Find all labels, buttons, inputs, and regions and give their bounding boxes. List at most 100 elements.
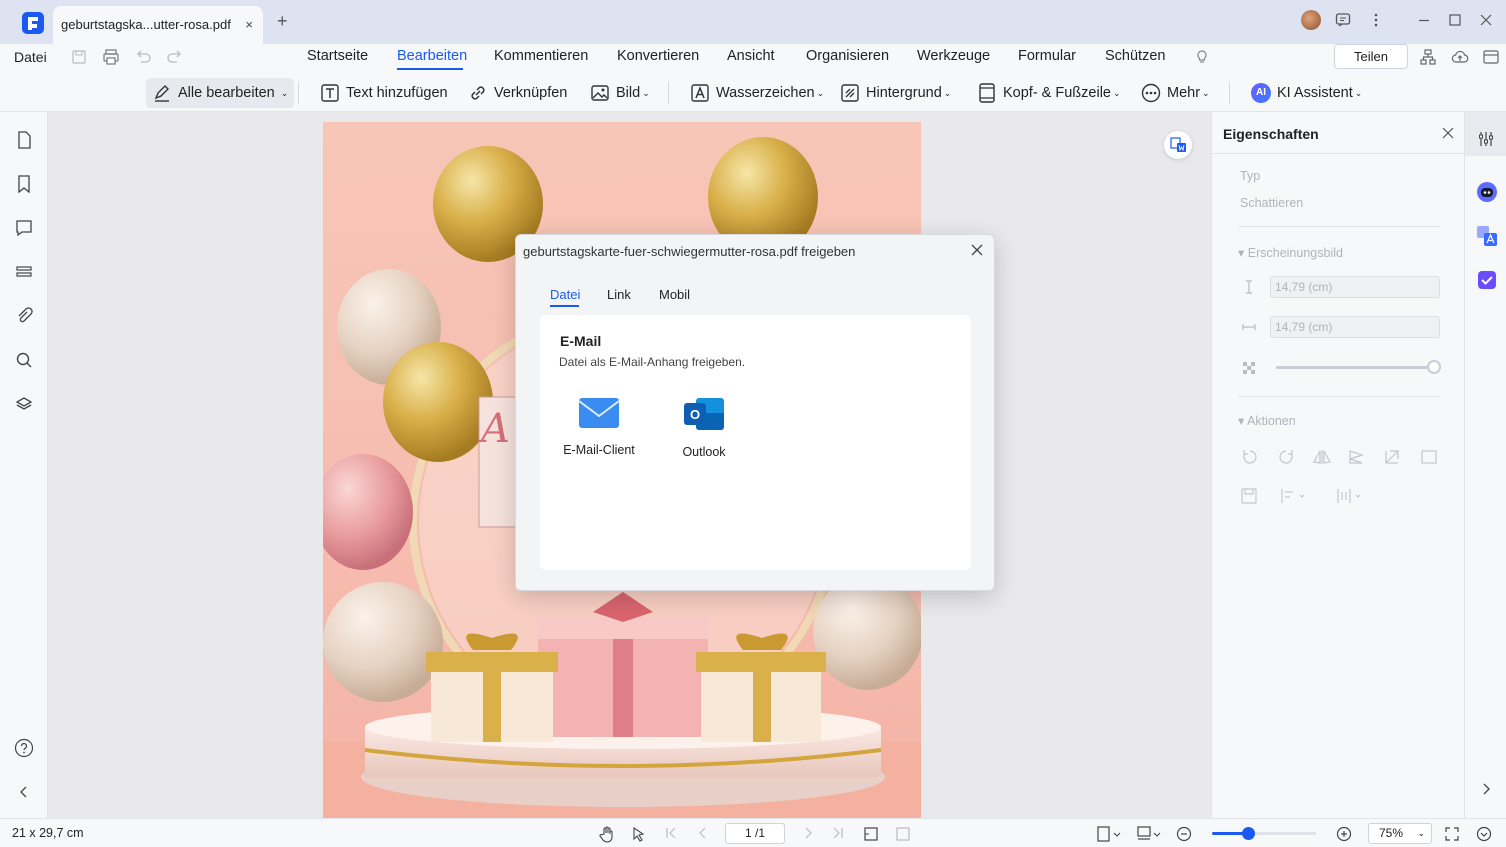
avatar[interactable] [1301, 10, 1321, 30]
fullscreen-icon[interactable] [1443, 825, 1461, 843]
link-button[interactable]: Verknüpfen [468, 78, 567, 108]
page-view-mode-icon[interactable] [1096, 825, 1122, 843]
zoom-slider[interactable] [1212, 827, 1316, 840]
menu-organisieren[interactable]: Organisieren [806, 48, 889, 64]
link-icon [471, 86, 485, 100]
zoom-in-icon[interactable] [1335, 825, 1353, 843]
ai-robot-icon[interactable] [1476, 181, 1498, 203]
first-page-icon[interactable] [664, 826, 678, 840]
attachment-icon[interactable] [14, 306, 34, 326]
active-tab-indicator [550, 305, 579, 307]
fit-width-icon[interactable] [894, 825, 912, 843]
fit-page-icon[interactable] [862, 825, 880, 843]
save-icon[interactable] [70, 48, 88, 66]
undo-icon[interactable] [134, 48, 152, 66]
redo-icon[interactable] [166, 48, 184, 66]
email-client-label: E-Mail-Client [563, 443, 635, 457]
header-footer-button[interactable]: Kopf- & Fußzeile ⌄ [977, 78, 1121, 108]
app-logo-icon [22, 12, 44, 34]
collapse-left-icon[interactable] [14, 782, 34, 802]
menu-konvertieren[interactable]: Konvertieren [617, 48, 699, 64]
menu-ansicht[interactable]: Ansicht [727, 48, 775, 64]
properties-panel: Eigenschaften Typ Schattieren ▾ Erschein… [1211, 112, 1465, 818]
translate-word-button[interactable] [1164, 131, 1192, 159]
scroll-mode-icon[interactable] [1136, 825, 1162, 843]
translate-icon[interactable] [1476, 225, 1498, 247]
print-icon[interactable] [102, 48, 120, 66]
actions-section[interactable]: ▾ Aktionen [1238, 413, 1296, 428]
menu-werkzeuge[interactable]: Werkzeuge [917, 48, 990, 64]
tab-link[interactable]: Link [607, 287, 631, 302]
document-tab-title: geburtstagska...utter-rosa.pdf [61, 17, 231, 32]
help-icon[interactable] [14, 738, 34, 758]
new-tab-icon[interactable]: + [277, 11, 288, 31]
hand-tool-icon[interactable] [598, 825, 616, 843]
card-title: E-Mail [560, 333, 602, 349]
appearance-section[interactable]: ▾ Erscheinungsbild [1238, 245, 1343, 260]
menu-formular[interactable]: Formular [1018, 48, 1076, 64]
close-icon[interactable] [968, 241, 986, 259]
pen-edit-icon [154, 85, 169, 102]
height-field[interactable]: 14,79 (cm) [1270, 276, 1440, 298]
left-sidebar [0, 112, 48, 818]
properties-title: Eigenschaften [1223, 126, 1319, 142]
lightbulb-icon[interactable] [1193, 48, 1211, 66]
email-client-option[interactable]: E-Mail-Client [554, 395, 644, 457]
edit-all-button[interactable]: Alle bearbeiten ⌄ [146, 78, 295, 108]
ai-assistant-button[interactable]: AI KI Assistent ⌄ [1251, 78, 1362, 108]
more-button[interactable]: Mehr ⌄ [1141, 78, 1210, 108]
select-tool-icon[interactable] [630, 825, 648, 843]
properties-sliders-icon[interactable] [1477, 130, 1495, 148]
more-vertical-icon[interactable] [1368, 12, 1384, 28]
watermark-label: Wasserzeichen [716, 85, 815, 101]
panel-divider [1238, 396, 1440, 397]
menu-startseite[interactable]: Startseite [307, 48, 368, 64]
document-tab[interactable]: geburtstagska...utter-rosa.pdf × [53, 6, 263, 44]
status-bar: 21 x 29,7 cm 1 /1 75% ⌄ [0, 818, 1506, 847]
menu-file[interactable]: Datei [14, 49, 47, 65]
menu-kommentieren[interactable]: Kommentieren [494, 48, 588, 64]
layers-icon[interactable] [14, 394, 34, 414]
add-text-button[interactable]: Text hinzufügen [320, 78, 448, 108]
email-share-card: E-Mail Datei als E-Mail-Anhang freigeben… [540, 315, 971, 570]
cloud-upload-icon[interactable] [1451, 48, 1469, 66]
comment-icon[interactable] [14, 218, 34, 238]
menu-bearbeiten[interactable]: Bearbeiten [397, 48, 467, 64]
tab-datei[interactable]: Datei [550, 287, 580, 302]
last-page-icon[interactable] [831, 826, 845, 840]
image-label: Bild [616, 85, 641, 101]
opacity-slider[interactable] [1276, 360, 1441, 374]
zoom-out-icon[interactable] [1175, 825, 1193, 843]
form-fields-icon[interactable] [14, 262, 34, 282]
outlook-option[interactable]: O Outlook [659, 395, 749, 459]
page-thumbnails-icon[interactable] [14, 130, 34, 150]
scroll-down-icon[interactable] [1475, 825, 1493, 843]
close-panel-icon[interactable] [1441, 126, 1455, 140]
zoom-select[interactable]: 75% ⌄ [1368, 823, 1432, 844]
minimize-icon[interactable] [1416, 12, 1432, 28]
tab-mobil[interactable]: Mobil [659, 287, 690, 302]
edit-all-label: Alle bearbeiten [178, 85, 275, 101]
opacity-slider-handle[interactable] [1427, 360, 1441, 374]
menu-schuetzen[interactable]: Schützen [1105, 48, 1165, 64]
maximize-icon[interactable] [1447, 12, 1463, 28]
width-field[interactable]: 14,79 (cm) [1270, 316, 1440, 338]
panel-toggle-icon[interactable] [1482, 48, 1500, 66]
bookmark-icon[interactable] [14, 174, 34, 194]
previous-page-icon[interactable] [696, 826, 710, 840]
workflow-icon[interactable] [1419, 48, 1437, 66]
image-button[interactable]: Bild ⌄ [590, 78, 650, 108]
search-icon[interactable] [14, 350, 34, 370]
checklist-icon[interactable] [1476, 269, 1498, 291]
background-button[interactable]: Hintergrund ⌄ [840, 78, 951, 108]
shading-label: Schattieren [1240, 196, 1304, 210]
close-window-icon[interactable] [1478, 12, 1494, 28]
zoom-slider-handle[interactable] [1242, 827, 1256, 840]
collapse-right-icon[interactable] [1479, 782, 1493, 796]
share-button[interactable]: Teilen [1334, 44, 1408, 69]
feedback-icon[interactable] [1335, 12, 1351, 28]
next-page-icon[interactable] [801, 826, 815, 840]
page-number-input[interactable]: 1 /1 [725, 823, 785, 844]
watermark-button[interactable]: Wasserzeichen ⌄ [690, 78, 824, 108]
close-tab-icon[interactable]: × [245, 17, 253, 32]
